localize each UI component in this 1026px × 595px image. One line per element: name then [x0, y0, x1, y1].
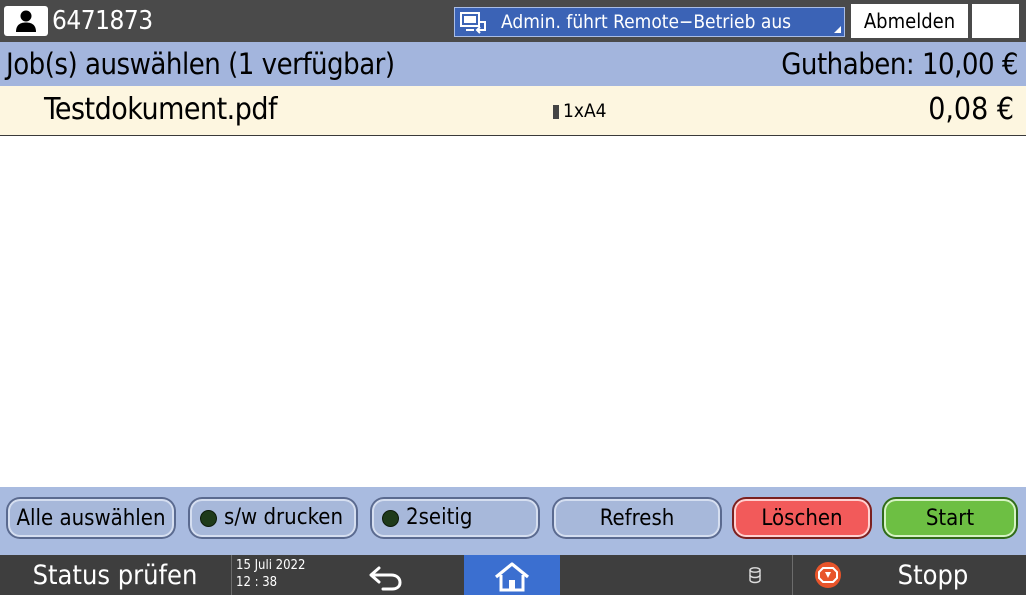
back-arrow-icon	[360, 563, 410, 593]
database-icon	[748, 566, 762, 584]
time: 12 : 38	[236, 575, 278, 590]
status-bar: Status prüfen 15 Juli 2022 12 : 38 Stopp	[0, 555, 1026, 595]
remote-operation-icon	[459, 10, 489, 34]
remote-operation-banner[interactable]: Admin. führt Remote−Betrieb aus	[454, 7, 845, 37]
user-icon[interactable]	[4, 6, 48, 36]
job-name: Testdokument.pdf	[44, 92, 278, 127]
date: 15 Juli 2022	[236, 558, 306, 573]
job-list-header: Job(s) auswählen (1 verfügbar) Guthaben:…	[0, 42, 1026, 86]
remote-status-text: Admin. führt Remote−Betrieb aus	[501, 11, 792, 33]
stop-button[interactable]: Stopp	[860, 555, 1006, 595]
logout-button[interactable]: Abmelden	[851, 4, 968, 38]
job-row[interactable]: Testdokument.pdf 1xA4 0,08 €	[0, 86, 1026, 136]
moon-icon	[972, 10, 1019, 36]
date-time: 15 Juli 2022 12 : 38	[236, 557, 305, 591]
expand-corner-icon	[834, 26, 841, 33]
bw-print-toggle[interactable]: s/w drucken	[188, 497, 358, 539]
select-all-button[interactable]: Alle auswählen	[6, 497, 176, 539]
night-mode-button[interactable]	[972, 4, 1019, 38]
stop-icon[interactable]	[813, 560, 843, 590]
bw-print-indicator-icon	[200, 510, 217, 527]
credit-balance: Guthaben: 10,00 €	[781, 47, 1018, 81]
divider	[792, 555, 793, 595]
delete-button[interactable]: Löschen	[732, 497, 872, 539]
refresh-button[interactable]: Refresh	[552, 497, 722, 539]
job-paper-size: 1xA4	[563, 100, 607, 122]
divider	[231, 555, 232, 595]
duplex-label: 2seitig	[406, 505, 473, 530]
top-bar: 6471873 Admin. führt Remote−Betrieb aus …	[0, 0, 1026, 42]
start-button[interactable]: Start	[882, 497, 1018, 539]
back-button[interactable]	[360, 555, 410, 595]
user-id: 6471873	[52, 6, 153, 36]
home-icon	[464, 561, 560, 593]
action-bar: Alle auswählen s/w drucken 2seitig Refre…	[0, 487, 1026, 555]
job-paper-info: 1xA4	[553, 86, 607, 136]
bw-print-label: s/w drucken	[224, 505, 343, 530]
page-title: Job(s) auswählen (1 verfügbar)	[6, 47, 395, 81]
bw-toner-icon	[553, 105, 559, 119]
home-button[interactable]	[464, 555, 560, 595]
duplex-indicator-icon	[382, 510, 399, 527]
duplex-toggle[interactable]: 2seitig	[370, 497, 540, 539]
job-price: 0,08 €	[928, 92, 1014, 127]
check-status-button[interactable]: Status prüfen	[0, 555, 230, 595]
